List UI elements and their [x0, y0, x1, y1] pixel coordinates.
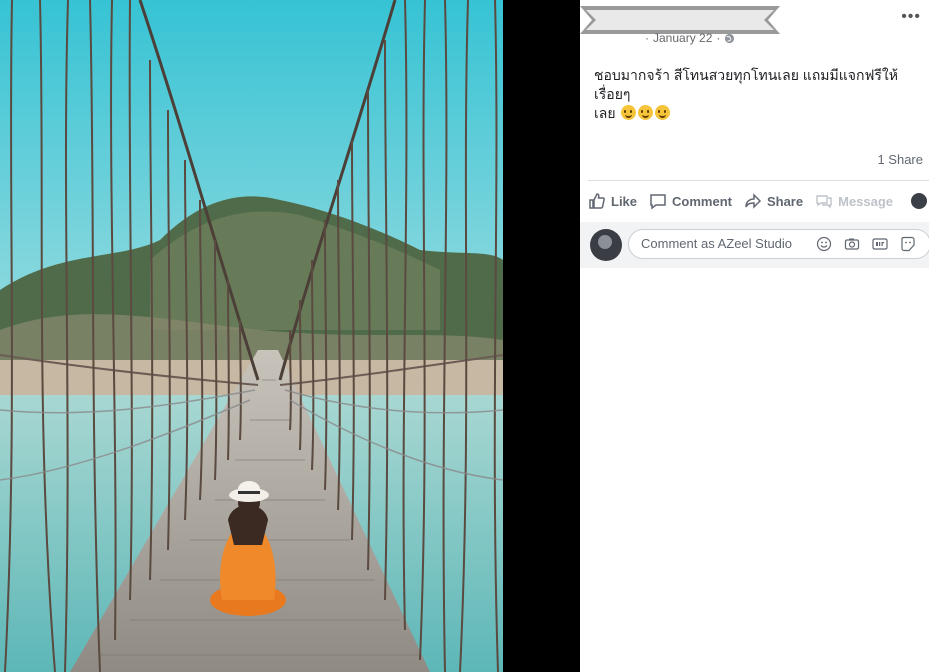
share-arrow-icon: [745, 193, 762, 209]
message-label: Message: [838, 193, 894, 209]
sticker-icon[interactable]: [900, 236, 916, 252]
smiley-emoji: [621, 105, 637, 120]
divider: [588, 180, 929, 181]
like-button[interactable]: Like: [588, 192, 637, 210]
smiley-emoji: [655, 105, 671, 120]
camera-icon[interactable]: [844, 236, 860, 252]
gif-icon[interactable]: [872, 236, 888, 252]
globe-icon[interactable]: [724, 33, 735, 44]
share-label: Share: [766, 193, 804, 209]
post-text: ชอบมากจร้า สีโทนสวยทุกโทนเลย แถมมีแจกฟรี…: [594, 66, 924, 123]
comment-bar: Comment as AZeel Studio: [580, 222, 929, 268]
page-selector[interactable]: [911, 193, 929, 209]
post-text-line1: ชอบมากจร้า สีโทนสวยทุกโทนเลย แถมมีแจกฟรี…: [594, 67, 898, 102]
post-date[interactable]: January 22: [653, 31, 712, 45]
comment-label: Comment: [672, 193, 732, 209]
post-photo[interactable]: [0, 0, 503, 672]
message-button[interactable]: Message: [815, 192, 893, 210]
messenger-bubble-icon: [816, 195, 832, 209]
commenter-avatar[interactable]: [590, 229, 622, 261]
comment-tools: [816, 236, 916, 252]
viewer-gutter: [503, 0, 580, 672]
speech-bubble-icon: [650, 194, 666, 210]
avatar: [911, 193, 928, 209]
meta-separator: ·: [716, 31, 721, 45]
smiley-emoji: [638, 105, 654, 120]
share-button[interactable]: Share: [744, 192, 803, 210]
share-count[interactable]: 1 Share: [877, 152, 923, 167]
meta-separator: ·: [645, 31, 649, 45]
post-panel: · January 22 · ••• ชอบมากจร้า สีโทนสวยทุ…: [580, 0, 929, 672]
thumbs-up-icon: [589, 193, 605, 209]
bridge-photo: [0, 0, 503, 672]
like-label: Like: [611, 193, 638, 209]
comment-button[interactable]: Comment: [649, 192, 732, 210]
more-options-button[interactable]: •••: [901, 8, 921, 26]
post-text-line2: เลย: [594, 105, 616, 121]
post-actions: Like Comment Share Message: [588, 188, 929, 214]
post-meta: · January 22 ·: [645, 31, 735, 45]
smiley-icon[interactable]: [816, 236, 832, 252]
